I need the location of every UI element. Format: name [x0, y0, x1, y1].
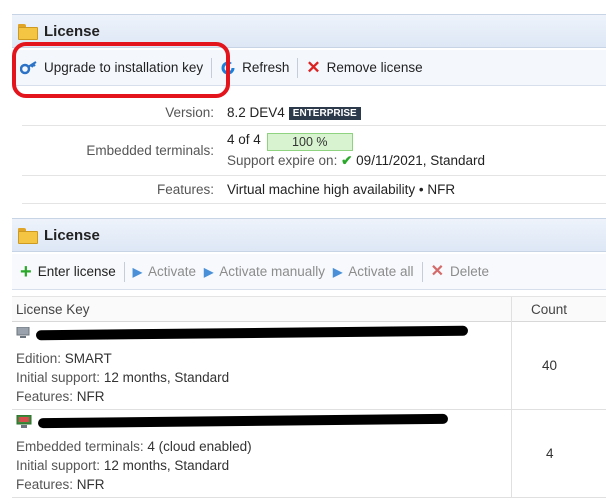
features-line: Features: NFR — [16, 389, 105, 404]
delete-button[interactable]: ✕ Delete — [427, 259, 493, 285]
table-row[interactable]: Edition: SMART Initial support: 12 month… — [12, 322, 606, 410]
enter-license-button[interactable]: + Enter license — [16, 259, 120, 285]
activate-button[interactable]: ▶ Activate — [129, 259, 200, 285]
refresh-label: Refresh — [242, 60, 290, 75]
terminals-progress-bar: 100 % — [266, 133, 353, 151]
initial-support-line: Initial support: 12 months, Standard — [16, 458, 229, 473]
toolbar-separator — [211, 57, 213, 78]
features-line: Features: NFR — [16, 477, 105, 492]
initial-support-value: 12 months, Standard — [103, 370, 230, 385]
panel-title: License — [44, 22, 100, 40]
edition-line: Edition: SMART — [16, 351, 112, 366]
license-list-toolbar: + Enter license ▶ Activate ▶ Activate ma… — [12, 254, 606, 290]
column-header-license-key[interactable]: License Key — [16, 302, 90, 317]
support-expire-value: 09/11/2021, Standard — [356, 153, 486, 168]
toolbar-separator — [297, 57, 299, 78]
activate-manually-button[interactable]: ▶ Activate manually — [200, 259, 329, 285]
terminals-count: 4 of 4 — [227, 132, 261, 147]
terminals-label: Embedded terminals: — [86, 143, 214, 158]
upgrade-label: Upgrade to installation key — [44, 60, 204, 75]
check-icon: ✔ — [341, 153, 353, 168]
edition-badge: ENTERPRISE — [288, 107, 361, 120]
row-features-label: Features: — [16, 389, 74, 404]
add-plus-icon: + — [20, 260, 32, 283]
activate-manually-label: Activate manually — [219, 264, 326, 279]
redacted-license-key — [35, 325, 469, 341]
upgrade-installation-key-button[interactable]: Upgrade to installation key — [16, 55, 207, 81]
enter-license-label: Enter license — [37, 264, 116, 279]
activate-all-label: Activate all — [348, 264, 414, 279]
terminal-icon — [16, 415, 32, 428]
row-features-value: NFR — [76, 389, 105, 404]
version-number: 8.2 DEV4 — [227, 105, 285, 120]
refresh-icon — [221, 59, 235, 74]
features-row: Features: Virtual machine high availabil… — [22, 176, 606, 204]
column-header-count[interactable]: Count — [531, 302, 567, 317]
remove-license-button[interactable]: ✕ Remove license — [302, 55, 426, 81]
license-count: 40 — [542, 358, 558, 373]
support-expire-label: Support expire on: — [227, 153, 338, 168]
embedded-terminals-row: Embedded terminals: 4 of 4 100 % Support … — [22, 126, 606, 176]
refresh-button[interactable]: Refresh — [216, 55, 293, 81]
embedded-terminals-line: Embedded terminals: 4 (cloud enabled) — [16, 439, 252, 454]
activate-label: Activate — [147, 264, 196, 279]
remove-x-icon: ✕ — [306, 58, 321, 77]
activate-all-button[interactable]: ▶ Activate all — [329, 259, 418, 285]
folder-icon — [18, 24, 38, 40]
panel-title: License — [44, 226, 100, 244]
row-terminals-label: Embedded terminals: — [16, 439, 144, 454]
activate-arrow-icon: ▶ — [333, 264, 343, 279]
redacted-license-key — [37, 413, 449, 429]
delete-label: Delete — [449, 264, 489, 279]
edition-value: SMART — [64, 351, 112, 366]
version-label: Version: — [165, 105, 214, 120]
initial-support-value: 12 months, Standard — [103, 458, 230, 473]
version-value: 8.2 DEV4 ENTERPRISE — [227, 105, 361, 120]
license-panel-header: License — [12, 14, 606, 48]
terminals-value: 4 of 4 100 % — [227, 132, 353, 151]
initial-support-label: Initial support: — [16, 370, 101, 385]
version-row: Version: 8.2 DEV4 ENTERPRISE — [22, 100, 606, 126]
row-features-value: NFR — [76, 477, 105, 492]
activate-arrow-icon: ▶ — [204, 264, 214, 279]
edition-label: Edition: — [16, 351, 62, 366]
column-divider — [511, 410, 512, 498]
license-table-header: License Key Count — [12, 296, 606, 323]
delete-x-icon: ✕ — [430, 262, 444, 280]
initial-support-label: Initial support: — [16, 458, 101, 473]
remove-label: Remove license — [326, 60, 423, 75]
activate-arrow-icon: ▶ — [132, 264, 142, 279]
column-divider — [511, 297, 512, 323]
license-list-panel-header: License — [12, 218, 606, 252]
license-count: 4 — [546, 446, 554, 461]
row-features-label: Features: — [16, 477, 74, 492]
initial-support-line: Initial support: 12 months, Standard — [16, 370, 229, 385]
support-expire: Support expire on: ✔ 09/11/2021, Standar… — [227, 153, 485, 169]
features-label: Features: — [156, 182, 214, 197]
row-terminals-value: 4 (cloud enabled) — [147, 439, 252, 454]
upgrade-key-icon — [20, 60, 37, 74]
license-toolbar: Upgrade to installation key Refresh ✕ Re… — [12, 50, 606, 86]
folder-icon — [18, 228, 38, 244]
terminal-icon — [16, 327, 30, 338]
toolbar-separator — [421, 261, 423, 282]
column-divider — [511, 322, 512, 410]
toolbar-separator — [123, 261, 125, 282]
features-value: Virtual machine high availability • NFR — [227, 182, 456, 197]
table-row[interactable]: Embedded terminals: 4 (cloud enabled) In… — [12, 410, 606, 498]
